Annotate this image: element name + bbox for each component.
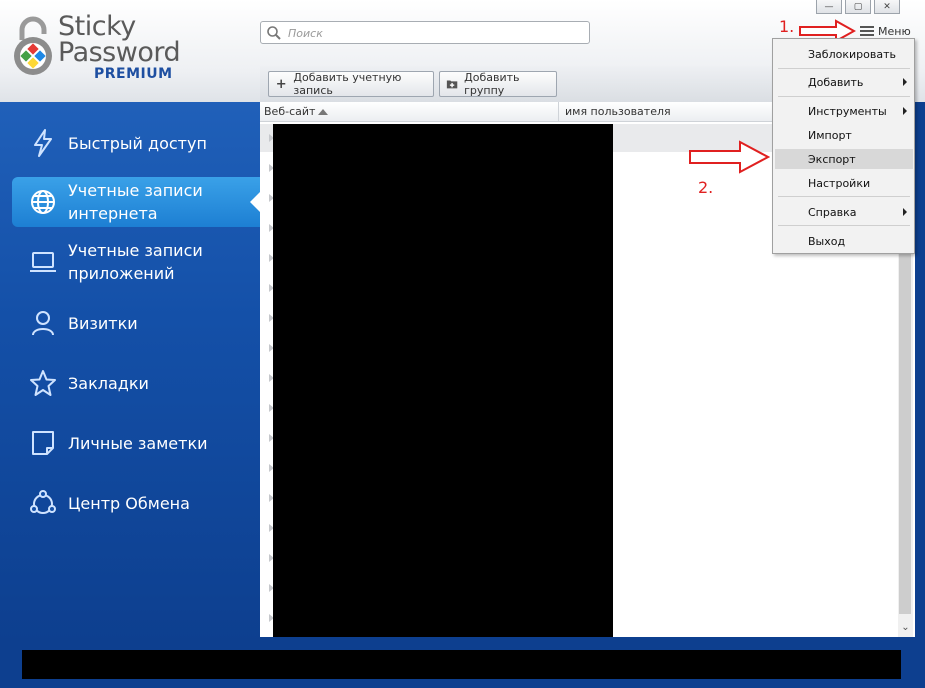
menu-separator <box>778 68 910 69</box>
add-group-button[interactable]: Добавить группу <box>439 71 557 97</box>
sidebar-item-app-accounts[interactable]: Учетные записи приложений <box>12 237 260 287</box>
star-icon <box>26 366 60 400</box>
menu-item-add[interactable]: Добавить <box>775 72 913 92</box>
menu-item-import[interactable]: Импорт <box>775 125 913 145</box>
active-indicator <box>250 192 260 212</box>
menu-item-export[interactable]: Экспорт <box>775 149 913 169</box>
sidebar-item-sharing-center[interactable]: Центр Обмена <box>12 478 260 528</box>
scroll-down-icon[interactable]: ⌄ <box>898 620 913 635</box>
menu-item-help[interactable]: Справка <box>775 202 913 222</box>
column-username[interactable]: имя пользователя <box>565 105 671 118</box>
search-icon <box>267 26 281 40</box>
maximize-icon: ▢ <box>853 1 863 12</box>
menu-item-label: Справка <box>808 205 857 219</box>
maximize-button[interactable]: ▢ <box>845 0 871 14</box>
column-divider[interactable] <box>558 102 559 122</box>
scrollbar-thumb[interactable] <box>899 252 911 614</box>
menu-button-label: Меню <box>878 24 911 38</box>
logo-text-password: Password <box>58 37 181 68</box>
menu-item-label: Настройки <box>808 176 871 190</box>
logo-text-premium: PREMIUM <box>94 66 173 82</box>
sidebar-item-quick-access[interactable]: Быстрый доступ <box>12 118 260 168</box>
menu-item-label: Инструменты <box>808 104 887 118</box>
menu-separator <box>778 196 910 197</box>
app-logo: Sticky Password PREMIUM <box>10 13 185 86</box>
add-account-label: Добавить учетную запись <box>293 71 402 97</box>
search-box[interactable] <box>260 21 590 44</box>
sidebar-item-label: Учетные записи интернета <box>68 181 203 223</box>
folder-plus-icon <box>446 80 458 89</box>
sidebar-item-internet-accounts[interactable]: Учетные записи интернета <box>12 177 260 227</box>
close-icon: ✕ <box>883 1 891 12</box>
sidebar-item-notes[interactable]: Личные заметки <box>12 418 260 468</box>
submenu-arrow-icon <box>903 78 907 86</box>
menu-item-exit[interactable]: Выход <box>775 231 913 251</box>
lock-logo-icon <box>14 16 52 75</box>
note-icon <box>26 426 60 460</box>
menu-item-tools[interactable]: Инструменты <box>775 101 913 121</box>
annotation-step-1: 1. <box>779 17 795 36</box>
sidebar-item-label: Закладки <box>68 373 149 393</box>
sidebar-item-bookmarks[interactable]: Закладки <box>12 358 260 408</box>
menu-item-label: Добавить <box>808 75 864 89</box>
column-website[interactable]: Веб-сайт <box>264 105 315 118</box>
menu-item-label: Экспорт <box>808 152 856 166</box>
hamburger-icon <box>860 26 874 36</box>
redacted-area <box>273 124 613 637</box>
menu-item-settings[interactable]: Настройки <box>775 173 913 193</box>
sidebar-item-label: Визитки <box>68 313 138 333</box>
minimize-button[interactable]: — <box>816 0 842 14</box>
annotation-arrow-2-icon <box>689 140 770 174</box>
lightning-icon <box>26 126 60 160</box>
person-icon <box>26 306 60 340</box>
add-group-label: Добавить группу <box>464 71 520 97</box>
submenu-arrow-icon <box>903 208 907 216</box>
minimize-icon: — <box>824 1 834 12</box>
annotation-step-2: 2. <box>698 178 714 197</box>
sidebar-item-label: Учетные записи приложений <box>68 241 203 283</box>
menu-item-label: Импорт <box>808 128 852 142</box>
main-menu-dropdown: Заблокировать Добавить Инструменты Импор… <box>772 38 915 254</box>
sidebar-item-label: Центр Обмена <box>68 493 190 513</box>
sidebar-item-cards[interactable]: Визитки <box>12 298 260 348</box>
sidebar-item-label: Быстрый доступ <box>68 133 207 153</box>
menu-separator <box>778 225 910 226</box>
search-input[interactable] <box>288 24 583 42</box>
submenu-arrow-icon <box>903 107 907 115</box>
window-controls: — ▢ ✕ <box>816 0 900 15</box>
sort-asc-icon <box>318 109 328 115</box>
menu-separator <box>778 96 910 97</box>
menu-item-label: Выход <box>808 234 846 248</box>
add-account-button[interactable]: + Добавить учетную запись <box>268 71 434 97</box>
sidebar-item-label: Личные заметки <box>68 433 208 453</box>
laptop-icon <box>26 245 60 279</box>
sidebar: Быстрый доступ Учетные записи интернета … <box>0 102 260 642</box>
plus-icon: + <box>275 76 287 92</box>
vertical-scrollbar[interactable]: ⌄ <box>898 252 913 637</box>
redacted-status-bar <box>22 650 901 679</box>
menu-item-label: Заблокировать <box>808 47 896 61</box>
close-button[interactable]: ✕ <box>874 0 900 14</box>
share-icon <box>26 486 60 520</box>
menu-item-lock[interactable]: Заблокировать <box>775 44 913 64</box>
globe-icon <box>26 185 60 219</box>
